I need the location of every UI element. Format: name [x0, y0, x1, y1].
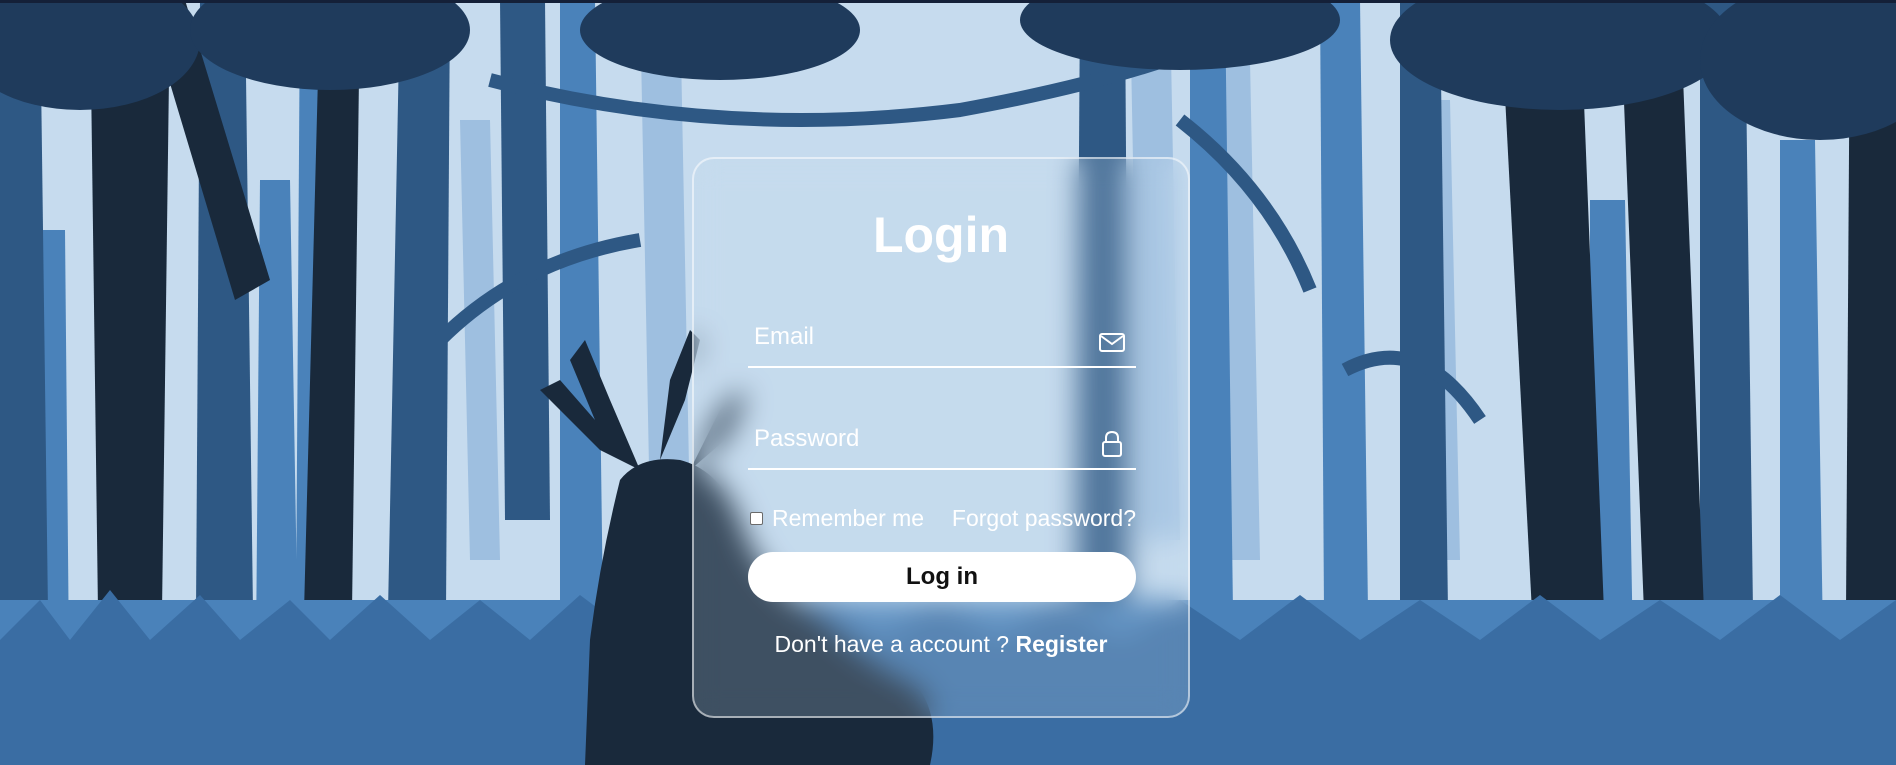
- email-input[interactable]: [748, 310, 1088, 364]
- remember-me-checkbox[interactable]: [750, 511, 763, 525]
- login-title: Login: [872, 207, 1010, 263]
- forgot-password-link[interactable]: Forgot password?: [952, 500, 1136, 536]
- register-prompt-text: Don't have a account ?: [774, 631, 1010, 657]
- lock-icon: [1102, 430, 1122, 457]
- register-link[interactable]: Register: [1015, 631, 1107, 657]
- remember-me[interactable]: Remember me: [748, 500, 924, 536]
- password-field-wrapper: [748, 412, 1136, 470]
- login-page: Login Remember me Forgot password? Log i…: [0, 0, 1896, 765]
- login-button[interactable]: Log in: [748, 552, 1136, 602]
- register-prompt: Don't have a account ? Register: [694, 631, 1188, 658]
- remember-me-label: Remember me: [772, 504, 925, 531]
- login-card: Login Remember me Forgot password? Log i…: [692, 157, 1190, 718]
- top-border: [0, 0, 1896, 3]
- email-field-wrapper: [748, 310, 1136, 368]
- password-input[interactable]: [748, 412, 1088, 466]
- envelope-icon: [1099, 333, 1125, 352]
- login-options: Remember me Forgot password?: [748, 500, 1136, 536]
